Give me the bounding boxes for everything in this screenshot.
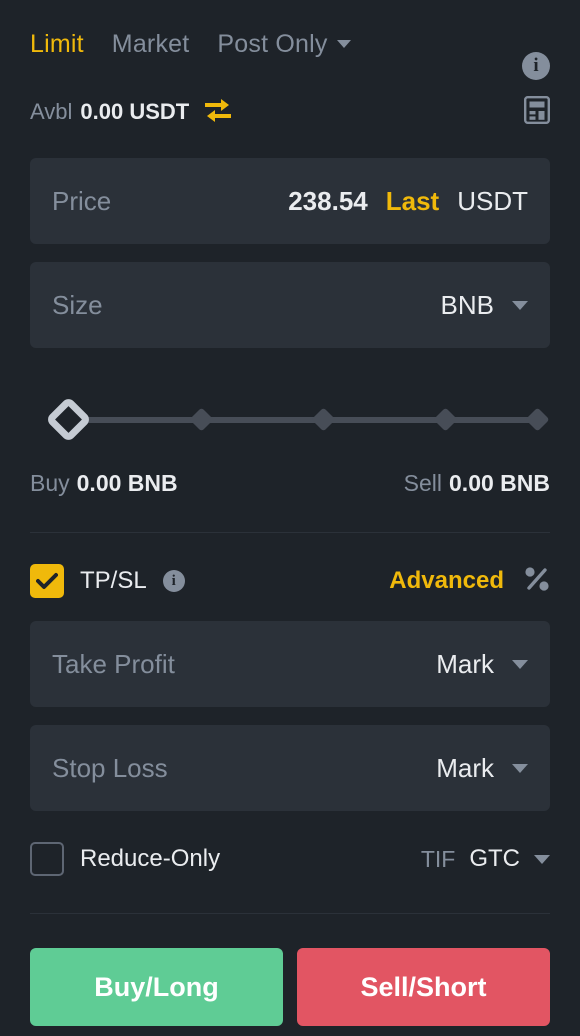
size-unit-label: BNB bbox=[440, 289, 494, 320]
stop-loss-trigger-selector[interactable]: Mark bbox=[436, 753, 528, 784]
tab-limit[interactable]: Limit bbox=[30, 30, 84, 59]
chevron-down-icon bbox=[336, 40, 351, 48]
slider-tick-75[interactable] bbox=[433, 407, 458, 432]
chevron-down-icon bbox=[512, 300, 528, 310]
buy-amount-label: Buy bbox=[30, 469, 70, 496]
info-icon[interactable]: i bbox=[522, 52, 550, 80]
size-placeholder: Size bbox=[52, 289, 103, 320]
slider-handle[interactable] bbox=[45, 396, 92, 443]
amount-percent-slider[interactable] bbox=[30, 392, 550, 448]
price-value: 238.54 bbox=[288, 185, 368, 216]
take-profit-placeholder: Take Profit bbox=[52, 648, 175, 679]
tpsl-label: TP/SL bbox=[80, 567, 147, 594]
buy-amount-value: 0.00 BNB bbox=[76, 469, 178, 496]
percent-icon[interactable] bbox=[524, 566, 550, 597]
size-unit-selector[interactable]: BNB bbox=[441, 290, 528, 321]
sell-amount-label: Sell bbox=[403, 469, 443, 496]
size-input-field[interactable]: Size BNB bbox=[30, 262, 550, 348]
tpsl-row: TP/SL i Advanced bbox=[30, 559, 550, 603]
reduce-only-group[interactable]: Reduce-Only bbox=[30, 842, 220, 876]
reduce-only-checkbox[interactable] bbox=[30, 842, 64, 876]
stop-loss-placeholder: Stop Loss bbox=[52, 752, 168, 783]
calculator-icon[interactable] bbox=[524, 96, 551, 129]
sell-short-button[interactable]: Sell/Short bbox=[297, 948, 550, 1026]
divider-top bbox=[30, 532, 550, 533]
buy-long-button[interactable]: Buy/Long bbox=[30, 948, 283, 1026]
price-input-field[interactable]: Price 238.54 Last USDT bbox=[30, 158, 550, 244]
reduce-only-row: Reduce-Only TIF GTC bbox=[30, 837, 550, 881]
tif-value: GTC bbox=[469, 845, 520, 872]
available-balance-row: Avbl 0.00 USDT bbox=[30, 94, 551, 130]
sell-amount-value: 0.00 BNB bbox=[449, 469, 550, 496]
chevron-down-icon bbox=[512, 763, 528, 773]
advanced-button[interactable]: Advanced bbox=[389, 567, 504, 595]
tab-market[interactable]: Market bbox=[112, 30, 190, 59]
available-balance-label: Avbl bbox=[30, 99, 73, 124]
chevron-down-icon bbox=[534, 854, 550, 864]
info-icon[interactable]: i bbox=[162, 570, 185, 592]
order-entry-panel: Limit Market Post Only i Avbl 0.00 USDT bbox=[0, 22, 580, 1036]
tif-label: TIF bbox=[420, 845, 456, 872]
buy-amount: Buy 0.00 BNB bbox=[30, 470, 178, 497]
available-balance-value: 0.00 USDT bbox=[80, 99, 190, 124]
tpsl-left-group: TP/SL i bbox=[30, 564, 185, 598]
price-field-right: 238.54 Last USDT bbox=[288, 186, 528, 217]
sell-amount: Sell 0.00 BNB bbox=[404, 470, 550, 497]
price-placeholder: Price bbox=[52, 185, 112, 216]
chevron-down-icon bbox=[512, 659, 528, 669]
slider-tick-25[interactable] bbox=[189, 407, 214, 432]
stop-loss-trigger-label: Mark bbox=[436, 752, 494, 783]
order-type-tabs: Limit Market Post Only bbox=[30, 22, 550, 66]
tab-post-only[interactable]: Post Only bbox=[217, 29, 351, 59]
price-unit: USDT bbox=[457, 185, 528, 216]
tab-post-only-label: Post Only bbox=[217, 29, 328, 58]
tpsl-right-group: Advanced bbox=[389, 566, 550, 597]
price-mode-toggle[interactable]: Last bbox=[386, 186, 439, 217]
order-action-buttons: Buy/Long Sell/Short bbox=[30, 948, 550, 1026]
slider-tick-100[interactable] bbox=[525, 407, 550, 432]
take-profit-trigger-label: Mark bbox=[436, 648, 494, 679]
take-profit-field[interactable]: Take Profit Mark bbox=[30, 621, 550, 707]
buy-sell-amounts-row: Buy 0.00 BNB Sell 0.00 BNB bbox=[30, 466, 550, 500]
divider-bottom bbox=[30, 913, 550, 914]
tpsl-checkbox[interactable] bbox=[30, 564, 64, 598]
tif-selector[interactable]: TIF GTC bbox=[421, 845, 550, 873]
stop-loss-field[interactable]: Stop Loss Mark bbox=[30, 725, 550, 811]
take-profit-trigger-selector[interactable]: Mark bbox=[436, 649, 528, 680]
slider-track[interactable] bbox=[70, 417, 538, 423]
slider-tick-50[interactable] bbox=[311, 407, 336, 432]
swap-arrows-icon[interactable] bbox=[203, 97, 233, 128]
reduce-only-label: Reduce-Only bbox=[80, 845, 221, 872]
